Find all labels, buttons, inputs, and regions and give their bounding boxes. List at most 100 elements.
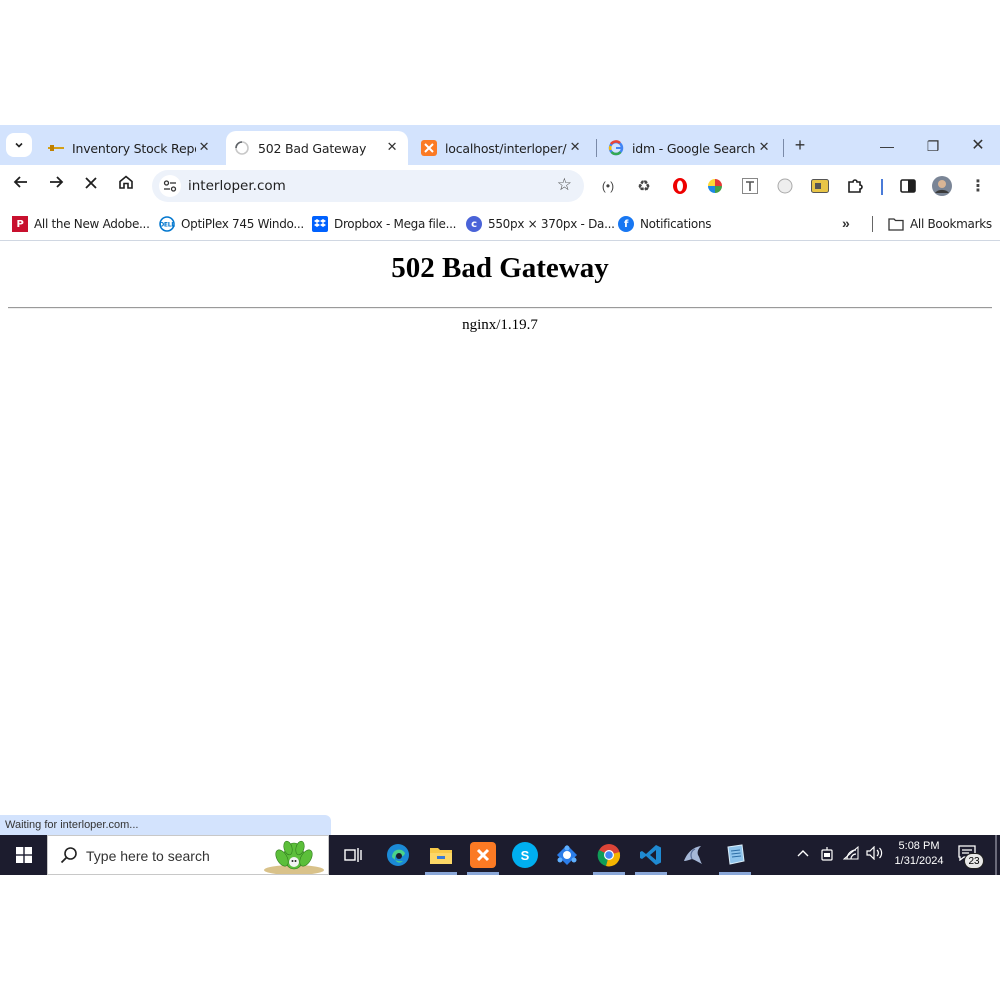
stop-loading-icon[interactable]: [78, 173, 104, 199]
horizontal-rule: [8, 307, 992, 309]
meet-now-icon[interactable]: [820, 846, 834, 865]
wifi-icon[interactable]: [842, 845, 859, 863]
browser-toolbar: interloper.com ☆ (•) ♻ ⋮: [0, 165, 1000, 207]
new-tab-icon[interactable]: +: [790, 135, 810, 155]
browser-window: Inventory Stock Report ✕ 502 Bad Gateway…: [0, 125, 1000, 835]
extension-opera-icon[interactable]: [670, 176, 690, 196]
facebook-favicon: f: [618, 216, 634, 232]
notification-center-icon[interactable]: 23: [958, 845, 984, 869]
extension-broadcast-icon[interactable]: (•): [598, 176, 618, 196]
clock-date: 1/31/2024: [894, 855, 944, 867]
tab-502-bad-gateway[interactable]: 502 Bad Gateway ✕: [226, 131, 408, 165]
tab-inventory-stock-report[interactable]: Inventory Stock Report ✕: [40, 131, 220, 165]
show-hidden-icons-icon[interactable]: [797, 846, 809, 861]
tab-title: 502 Bad Gateway: [258, 140, 367, 156]
chevron-down-icon: [15, 142, 23, 148]
running-indicator: [425, 872, 457, 875]
c-favicon: c: [466, 216, 482, 232]
google-favicon: [608, 140, 624, 156]
bookmarks-bar: P All the New Adobe... DELL OptiPlex 745…: [0, 207, 1000, 241]
start-button[interactable]: [0, 835, 47, 875]
tab-search-button[interactable]: [6, 133, 32, 157]
forward-icon[interactable]: [43, 173, 69, 199]
extensions-puzzle-icon[interactable]: [845, 176, 865, 196]
dell-favicon: DELL: [159, 216, 175, 232]
windows-taskbar: Type here to search S 5:08 PM 1/31/2024 …: [0, 835, 1000, 875]
bookmark-adobe[interactable]: P All the New Adobe...: [12, 215, 150, 233]
profile-avatar-icon[interactable]: [932, 176, 952, 196]
extension-compass-icon[interactable]: [775, 176, 795, 196]
tab-separator: [596, 139, 597, 157]
tab-idm-google-search[interactable]: idm - Google Search ✕: [600, 131, 780, 165]
bookmark-label: All Bookmarks: [910, 217, 992, 231]
search-placeholder: Type here to search: [86, 848, 210, 864]
show-desktop-button[interactable]: [995, 835, 997, 875]
mysql-dolphin-icon[interactable]: [680, 842, 706, 868]
restore-icon[interactable]: ❐: [910, 131, 956, 161]
close-tab-icon[interactable]: ✕: [756, 140, 772, 156]
notepad-app-icon[interactable]: [722, 842, 748, 868]
extension-color-wheel-icon[interactable]: [705, 176, 725, 196]
chrome-icon[interactable]: [596, 842, 622, 868]
page-title: 502 Bad Gateway: [391, 252, 609, 284]
tab-title: localhost/interloper/m: [445, 140, 567, 156]
page-content: 502 Bad Gateway nginx/1.19.7: [0, 242, 1000, 835]
server-signature: nginx/1.19.7: [462, 317, 538, 333]
vscode-icon[interactable]: [638, 842, 664, 868]
bookmarks-separator: [872, 216, 873, 232]
tab-separator: [783, 139, 784, 157]
taskbar-clock[interactable]: 5:08 PM 1/31/2024: [887, 839, 951, 869]
address-bar[interactable]: interloper.com ☆: [152, 170, 584, 202]
close-window-icon[interactable]: ✕: [955, 131, 1000, 161]
bookmark-550px[interactable]: c 550px × 370px - Da...: [466, 215, 615, 233]
search-icon: [60, 847, 77, 864]
extension-font-icon[interactable]: [740, 176, 760, 196]
skype-icon[interactable]: S: [512, 842, 538, 868]
address-text[interactable]: interloper.com: [188, 178, 286, 194]
tab-localhost-interloper[interactable]: localhost/interloper/m ✕: [413, 131, 591, 165]
bookmark-label: All the New Adobe...: [34, 217, 150, 231]
site-info-icon[interactable]: [159, 175, 181, 197]
minimize-icon[interactable]: —: [864, 131, 910, 161]
search-highlight-art-icon: [264, 840, 324, 874]
tab-strip: Inventory Stock Report ✕ 502 Bad Gateway…: [0, 125, 1000, 165]
volume-icon[interactable]: [866, 845, 884, 863]
teams-app-icon[interactable]: [554, 842, 580, 868]
back-icon[interactable]: [8, 173, 34, 199]
close-tab-icon[interactable]: ✕: [384, 140, 400, 156]
running-indicator: [467, 872, 499, 875]
bookmark-label: 550px × 370px - Da...: [488, 217, 615, 231]
all-bookmarks-folder[interactable]: All Bookmarks: [888, 215, 992, 233]
dropbox-favicon: [312, 216, 328, 232]
loading-spinner-icon: [234, 140, 250, 156]
taskbar-search-box[interactable]: Type here to search: [47, 835, 329, 875]
bookmark-star-icon[interactable]: ☆: [557, 175, 572, 195]
more-bookmarks-icon[interactable]: »: [842, 215, 850, 231]
bookmark-optiplex[interactable]: DELL OptiPlex 745 Windo...: [159, 215, 304, 233]
extension-folder-icon[interactable]: [810, 176, 830, 196]
xampp-icon[interactable]: [470, 842, 496, 868]
svg-text:DELL: DELL: [159, 222, 175, 229]
browser-menu-icon[interactable]: ⋮: [968, 176, 988, 196]
edge-icon[interactable]: [385, 842, 411, 868]
bookmark-label: Notifications: [640, 217, 712, 231]
file-explorer-icon[interactable]: [428, 842, 454, 868]
folder-icon: [888, 216, 904, 232]
windows-logo-icon: [15, 847, 32, 863]
side-panel-icon[interactable]: [898, 176, 918, 196]
notification-count-badge: 23: [964, 853, 984, 869]
task-view-icon[interactable]: [340, 842, 366, 868]
bookmark-label: Dropbox - Mega file...: [334, 217, 457, 231]
tab-title: idm - Google Search: [632, 140, 756, 156]
home-icon[interactable]: [113, 173, 139, 199]
running-indicator: [719, 872, 751, 875]
bookmark-dropbox[interactable]: Dropbox - Mega file...: [312, 215, 456, 233]
extension-recycle-icon[interactable]: ♻: [634, 176, 654, 196]
inventory-favicon: [48, 140, 64, 156]
bookmark-notifications[interactable]: f Notifications: [618, 215, 712, 233]
running-indicator: [635, 872, 667, 875]
close-tab-icon[interactable]: ✕: [196, 140, 212, 156]
adobe-favicon: P: [12, 216, 28, 232]
close-tab-icon[interactable]: ✕: [567, 140, 583, 156]
bookmark-label: OptiPlex 745 Windo...: [181, 217, 304, 231]
